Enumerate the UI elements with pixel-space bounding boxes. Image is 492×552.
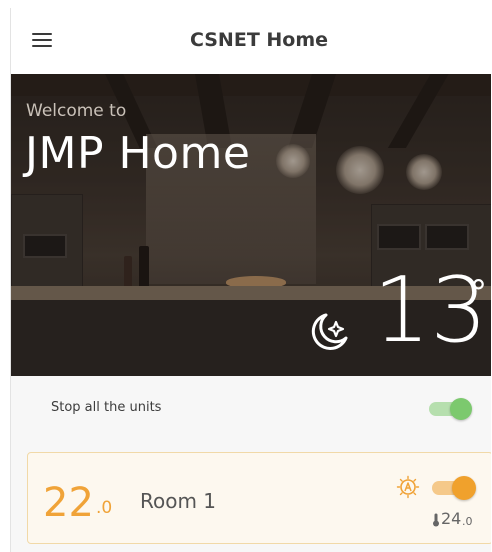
thermometer-icon [433, 513, 439, 527]
room-setpoint: 24 [441, 509, 462, 528]
stop-all-label: Stop all the units [51, 400, 162, 415]
app-header: CSNET Home [11, 8, 491, 75]
room-temperature: 22 [43, 480, 94, 526]
room-power-toggle[interactable] [432, 476, 476, 500]
room-name: Room 1 [140, 489, 217, 513]
room-setpoint-decimal: .0 [462, 515, 473, 528]
app-frame: CSNET Home Welcome to JMP Home 13 ° Stop… [10, 8, 491, 552]
toggle-knob [452, 476, 476, 500]
toggle-knob [450, 398, 472, 420]
room-temperature-decimal: .0 [96, 498, 113, 518]
auto-mode-icon [396, 475, 420, 499]
room-card[interactable]: 22 .0 Room 1 24 .0 [27, 452, 491, 544]
stop-all-toggle[interactable] [429, 398, 472, 420]
welcome-text: Welcome to [26, 101, 127, 121]
moon-star-icon [311, 313, 348, 350]
temperature-unit: ° [470, 273, 487, 313]
home-name: JMP Home [25, 128, 251, 179]
stop-all-row: Stop all the units [11, 376, 491, 442]
app-title: CSNET Home [189, 29, 329, 51]
